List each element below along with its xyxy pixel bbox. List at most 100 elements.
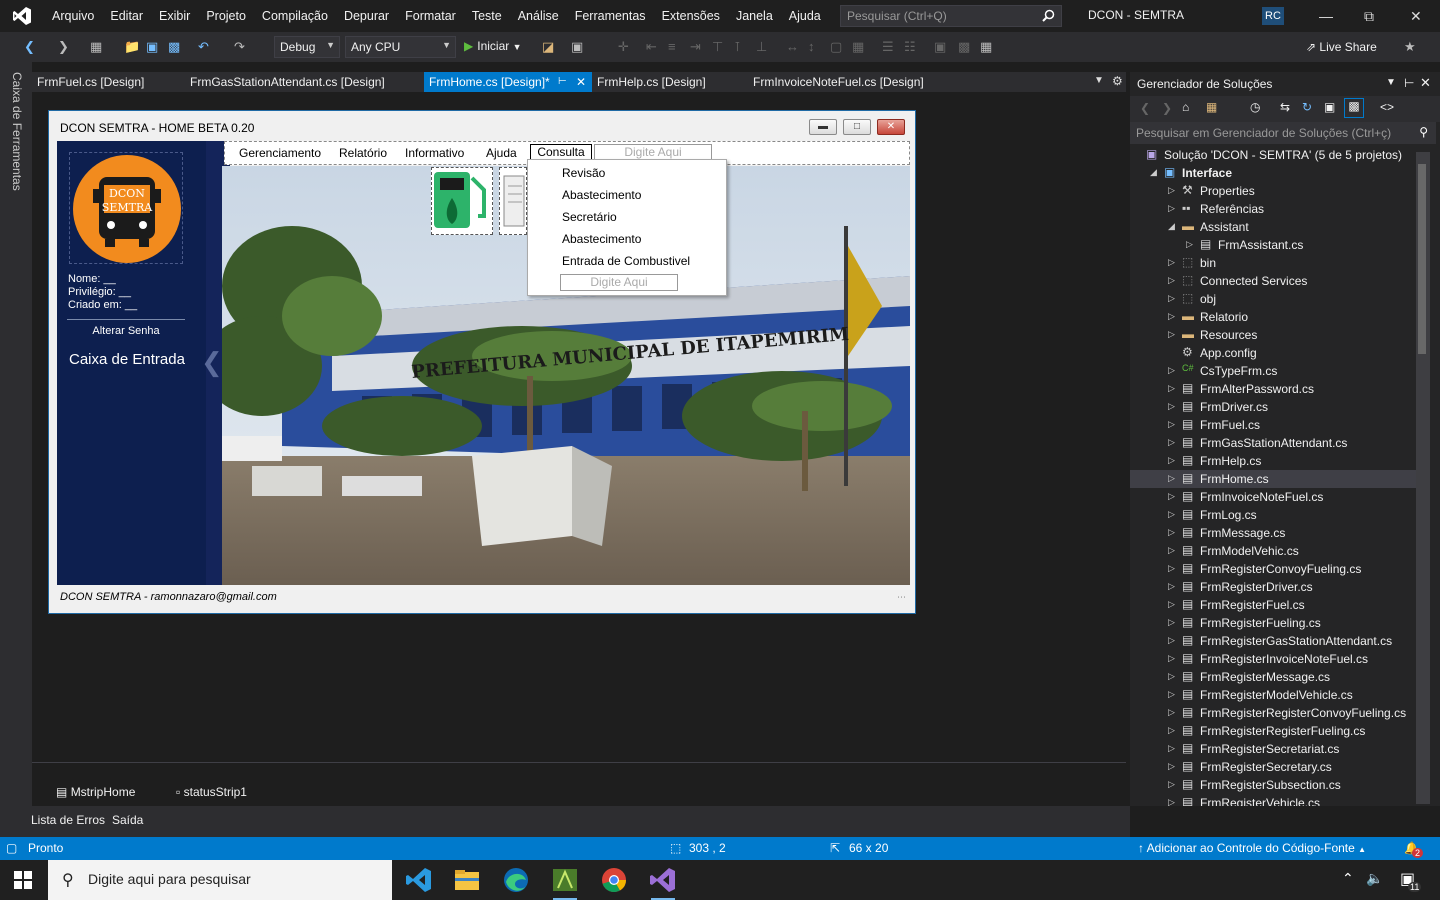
- collapsed-arrow-icon[interactable]: ▷: [1168, 797, 1175, 806]
- align-left-icon[interactable]: ⇤: [646, 39, 657, 55]
- collapsed-arrow-icon[interactable]: ▷: [1186, 239, 1193, 250]
- collapsed-arrow-icon[interactable]: ▷: [1168, 437, 1175, 448]
- tree-item[interactable]: ▷ ⚒ Properties: [1130, 182, 1420, 200]
- document-picturebox[interactable]: [499, 167, 527, 235]
- collapse-chevron-icon[interactable]: ❮: [201, 347, 223, 378]
- dropdown-item-entrada-combustivel[interactable]: Entrada de Combustivel: [562, 254, 690, 268]
- horizontal-spacing-icon[interactable]: ☰: [882, 39, 894, 55]
- close-pane-icon[interactable]: ✕: [1420, 75, 1431, 91]
- windows-start-icon[interactable]: [14, 871, 32, 892]
- align-bottom-icon[interactable]: ⊥: [756, 39, 767, 55]
- configuration-select[interactable]: Debug ▼: [274, 36, 340, 58]
- tree-item[interactable]: ▷ ▤ FrmAssistant.cs: [1130, 236, 1420, 254]
- menu-projeto[interactable]: Projeto: [198, 0, 254, 32]
- collapsed-arrow-icon[interactable]: ▷: [1168, 185, 1175, 196]
- save-all-icon[interactable]: ▩: [168, 39, 180, 55]
- tree-item[interactable]: ▷ ▤ FrmHelp.cs: [1130, 452, 1420, 470]
- menu-informativo[interactable]: Informativo: [405, 146, 464, 160]
- tree-item[interactable]: ▷ ⬚ Connected Services: [1130, 272, 1420, 290]
- menu-teste[interactable]: Teste: [464, 0, 510, 32]
- dropdown-item-revisao[interactable]: Revisão: [562, 166, 605, 180]
- new-project-icon[interactable]: ▦: [90, 39, 102, 55]
- vertical-spacing-icon[interactable]: ☷: [904, 39, 916, 55]
- tree-item[interactable]: ▷ ▤ FrmInvoiceNoteFuel.cs: [1130, 488, 1420, 506]
- minimize-button[interactable]: —: [1319, 8, 1333, 24]
- edge-icon[interactable]: [501, 866, 531, 894]
- view-code-icon[interactable]: <>: [1380, 100, 1394, 114]
- tree-item[interactable]: ▷ ▤ FrmRegisterVehicle.cs: [1130, 794, 1420, 806]
- align-center-icon[interactable]: ≡: [668, 39, 676, 54]
- align-middle-icon[interactable]: ⊺: [734, 39, 741, 55]
- refresh-icon[interactable]: ↻: [1302, 100, 1312, 114]
- menu-formatar[interactable]: Formatar: [397, 0, 464, 32]
- sidebar-panel[interactable]: DCON SEMTRA Nome: __ Privilégio: __ Cria…: [57, 141, 230, 585]
- restore-button[interactable]: ⧉: [1364, 8, 1374, 25]
- size-to-grid-icon[interactable]: ▦: [852, 39, 864, 55]
- redo-icon[interactable]: ↷: [234, 39, 245, 55]
- same-height-icon[interactable]: ↕: [808, 39, 815, 54]
- tree-item[interactable]: ▷ ▤ FrmRegisterConvoyFueling.cs: [1130, 560, 1420, 578]
- sync-icon[interactable]: ⇆: [1280, 100, 1290, 114]
- file-explorer-icon[interactable]: [452, 866, 482, 894]
- tree-item[interactable]: ▷ ▤ FrmRegisterFueling.cs: [1130, 614, 1420, 632]
- tab-output[interactable]: Saída: [112, 813, 143, 827]
- tray-statusstrip1[interactable]: ▫ statusStrip1: [176, 785, 247, 799]
- collapsed-arrow-icon[interactable]: ▷: [1168, 635, 1175, 646]
- tab-frmhome-design[interactable]: FrmHome.cs [Design]* ⊢ ✕: [424, 72, 592, 92]
- consulta-dropdown[interactable]: Revisão Abastecimento Secretário Abastec…: [527, 159, 727, 296]
- collapsed-arrow-icon[interactable]: ▷: [1168, 383, 1175, 394]
- menu-extensoes[interactable]: Extensões: [654, 0, 728, 32]
- send-to-back-icon[interactable]: ▩: [958, 39, 970, 55]
- collapsed-arrow-icon[interactable]: ▷: [1168, 689, 1175, 700]
- collapsed-arrow-icon[interactable]: ▷: [1168, 779, 1175, 790]
- tree-item[interactable]: ▷ ▤ FrmRegisterInvoiceNoteFuel.cs: [1130, 650, 1420, 668]
- collapsed-arrow-icon[interactable]: ▷: [1168, 671, 1175, 682]
- close-button[interactable]: ✕: [1410, 8, 1422, 25]
- expanded-arrow-icon[interactable]: ◢: [1150, 167, 1157, 178]
- collapsed-arrow-icon[interactable]: ▷: [1168, 203, 1175, 214]
- back-icon[interactable]: ❮: [24, 39, 35, 55]
- tree-item[interactable]: ▷ ▬ Resources: [1130, 326, 1420, 344]
- collapsed-arrow-icon[interactable]: ▷: [1168, 563, 1175, 574]
- same-size-icon[interactable]: ▢: [830, 39, 842, 55]
- collapsed-arrow-icon[interactable]: ▷: [1168, 257, 1175, 268]
- collapsed-arrow-icon[interactable]: ▷: [1168, 707, 1175, 718]
- tree-item[interactable]: ▷ ▤ FrmRegisterRegisterConvoyFueling.cs: [1130, 704, 1420, 722]
- open-folder-icon[interactable]: 📁: [124, 39, 140, 55]
- save-icon[interactable]: ▣: [146, 39, 158, 55]
- collapsed-arrow-icon[interactable]: ▷: [1168, 725, 1175, 736]
- pin-icon[interactable]: ⊢: [1404, 76, 1414, 90]
- output-icon[interactable]: ▢: [6, 841, 17, 855]
- attach-icon[interactable]: ◪: [542, 39, 554, 55]
- switch-views-icon[interactable]: ▦: [1206, 100, 1217, 114]
- collapsed-arrow-icon[interactable]: ▷: [1168, 527, 1175, 538]
- collapsed-arrow-icon[interactable]: ▷: [1168, 311, 1175, 322]
- tree-item[interactable]: ▷ ▤ FrmRegisterSecretary.cs: [1130, 758, 1420, 776]
- tree-item[interactable]: ▷ ▪▪ Referências: [1130, 200, 1420, 218]
- menu-editar[interactable]: Editar: [102, 0, 151, 32]
- tab-error-list[interactable]: Lista de Erros: [31, 813, 105, 827]
- vscode-icon[interactable]: [404, 866, 434, 894]
- tree-item[interactable]: ▷ ▤ FrmDriver.cs: [1130, 398, 1420, 416]
- tab-frmhelp-design[interactable]: FrmHelp.cs [Design]: [592, 72, 706, 92]
- tree-item[interactable]: ▷ ⬚ bin: [1130, 254, 1420, 272]
- collapsed-arrow-icon[interactable]: ▷: [1168, 581, 1175, 592]
- tree-item[interactable]: ▷ ▤ FrmGasStationAttendant.cs: [1130, 434, 1420, 452]
- tree-item[interactable]: ▷ ▤ FrmRegisterGasStationAttendant.cs: [1130, 632, 1420, 650]
- fuel-pump-picturebox[interactable]: [431, 167, 493, 235]
- platform-select[interactable]: Any CPU ▼: [345, 36, 456, 58]
- avatar[interactable]: RC: [1262, 7, 1284, 25]
- tab-list-dropdown-icon[interactable]: ▼: [1094, 75, 1104, 86]
- tray-mstriphome[interactable]: ▤ MstripHome: [56, 785, 135, 799]
- tree-item[interactable]: ▷ ▤ FrmRegisterFuel.cs: [1130, 596, 1420, 614]
- resize-grip-icon[interactable]: ⋯: [897, 592, 906, 603]
- menu-exibir[interactable]: Exibir: [151, 0, 198, 32]
- volume-icon[interactable]: 🔈: [1366, 870, 1383, 887]
- show-all-files-icon[interactable]: ▩: [1344, 98, 1364, 118]
- tab-order-icon[interactable]: ▦: [980, 39, 992, 55]
- start-debugging-button[interactable]: ▶ Iniciar ▼: [464, 39, 522, 53]
- tree-item[interactable]: ▷ ▤ FrmMessage.cs: [1130, 524, 1420, 542]
- collapsed-arrow-icon[interactable]: ▷: [1168, 293, 1175, 304]
- menu-analise[interactable]: Análise: [510, 0, 567, 32]
- menu-compilacao[interactable]: Compilação: [254, 0, 336, 32]
